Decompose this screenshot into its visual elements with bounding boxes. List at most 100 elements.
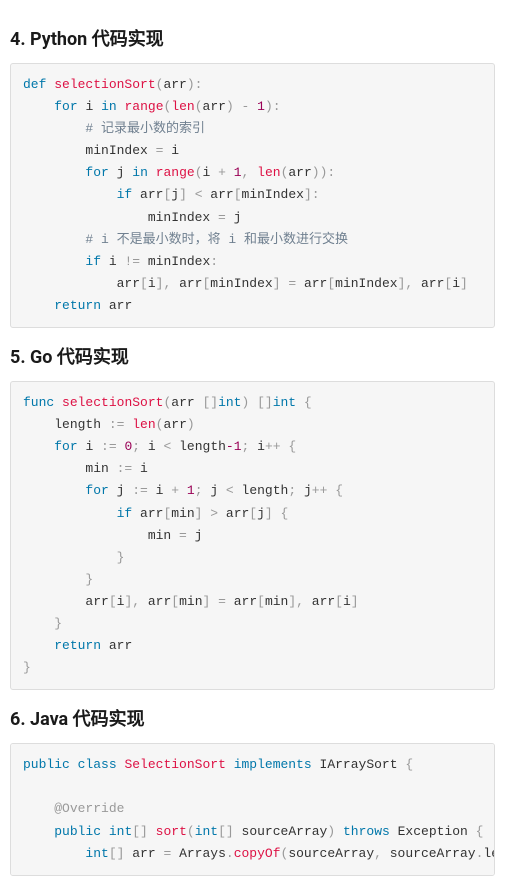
lbracket: [ <box>234 187 242 202</box>
method-copyOf: copyOf <box>234 846 281 861</box>
prop-length: length <box>483 846 495 861</box>
heading-python: 4. Python 代码实现 <box>10 25 495 51</box>
var-arr: arr <box>304 276 327 291</box>
heading-go: 5. Go 代码实现 <box>10 343 495 369</box>
lbrace: { <box>304 395 312 410</box>
type-int: int <box>85 846 108 861</box>
lbracket: [ <box>249 506 257 521</box>
rbrace: } <box>54 616 62 631</box>
fn-name: selectionSort <box>54 77 155 92</box>
annotation: @Override <box>54 801 124 816</box>
brackets: [] <box>195 395 218 410</box>
kw-return: return <box>54 638 101 653</box>
arg: arr <box>203 99 226 114</box>
rparen: ) <box>187 77 195 92</box>
var-min: min <box>85 461 108 476</box>
op-eq: = <box>281 276 304 291</box>
kw-if: if <box>117 506 133 521</box>
var-arr: arr <box>140 187 163 202</box>
comma: , <box>405 276 421 291</box>
kw-class: class <box>78 757 117 772</box>
kw-if: if <box>117 187 133 202</box>
kw-public: public <box>54 824 101 839</box>
num-1: 1 <box>187 483 195 498</box>
op-decl: := <box>109 461 140 476</box>
code-block-python: def selectionSort(arr): for i in range(l… <box>10 63 495 328</box>
type-int: int <box>218 395 241 410</box>
arg-arr: arr <box>171 395 194 410</box>
var-arr: arr <box>210 187 233 202</box>
colon: : <box>312 187 320 202</box>
colon: : <box>273 99 281 114</box>
rbracket: ] <box>460 276 468 291</box>
op-decl: := <box>124 483 155 498</box>
colon: : <box>327 165 335 180</box>
kw-for: for <box>85 165 108 180</box>
num-1: 1 <box>234 165 242 180</box>
var-arr: arr <box>179 276 202 291</box>
var-arr: arr <box>109 298 132 313</box>
lbracket: [ <box>327 276 335 291</box>
op-lt: < <box>156 439 179 454</box>
kw-implements: implements <box>234 757 312 772</box>
op-decl: := <box>93 439 124 454</box>
class-name: SelectionSort <box>124 757 225 772</box>
kw-for: for <box>85 483 108 498</box>
lbracket: [ <box>335 594 343 609</box>
op-eq: = <box>148 143 171 158</box>
var-i: i <box>148 439 156 454</box>
rbrace: } <box>85 572 93 587</box>
var-length: length <box>179 439 226 454</box>
iface-name: IArraySort <box>320 757 398 772</box>
rparen: ) <box>265 99 273 114</box>
op-lt: < <box>187 187 210 202</box>
method-sort: sort <box>156 824 187 839</box>
fn-range: range <box>124 99 163 114</box>
arg-arr: arr <box>163 77 186 92</box>
var-minIndex: minIndex <box>242 187 304 202</box>
semi: ; <box>195 483 211 498</box>
op-plus: + <box>163 483 186 498</box>
arg: arr <box>288 165 311 180</box>
op-eq: = <box>210 594 233 609</box>
op-eq: = <box>171 528 194 543</box>
var-arr: arr <box>117 276 140 291</box>
colon: : <box>195 77 203 92</box>
rparen: ) <box>327 824 335 839</box>
semi: ; <box>288 483 304 498</box>
var-min: min <box>148 528 171 543</box>
rparen: ) <box>312 165 320 180</box>
var-i: i <box>85 99 93 114</box>
kw-return: return <box>54 298 101 313</box>
type-int: int <box>195 824 218 839</box>
kw-public: public <box>23 757 70 772</box>
op-inc: ++ <box>312 483 328 498</box>
rbrace: } <box>117 550 125 565</box>
var-min: min <box>179 594 202 609</box>
code-block-java: public class SelectionSort implements IA… <box>10 743 495 875</box>
kw-for: for <box>54 439 77 454</box>
type-int: int <box>109 824 132 839</box>
lbrace: { <box>288 439 296 454</box>
lparen: ( <box>281 846 289 861</box>
op-minus: - <box>234 99 257 114</box>
op-eq: = <box>156 846 179 861</box>
fn-len: len <box>132 417 155 432</box>
op-inc: ++ <box>265 439 281 454</box>
var-arr: arr <box>132 846 155 861</box>
op-eq: = <box>210 210 233 225</box>
arg: sourceArray <box>390 846 476 861</box>
brackets: [] <box>132 824 148 839</box>
class-Arrays: Arrays <box>179 846 226 861</box>
var-j: j <box>195 528 203 543</box>
var-minIndex: minIndex <box>210 276 272 291</box>
code-block-go: func selectionSort(arr []int) []int { le… <box>10 381 495 690</box>
lbrace: { <box>281 506 289 521</box>
comment-line: # 记录最小数的索引 <box>85 121 205 136</box>
arg: sourceArray <box>288 846 374 861</box>
fn-name: selectionSort <box>62 395 163 410</box>
var-i: i <box>343 594 351 609</box>
kw-throws: throws <box>343 824 390 839</box>
rbrace: } <box>23 660 31 675</box>
var-arr: arr <box>140 506 163 521</box>
